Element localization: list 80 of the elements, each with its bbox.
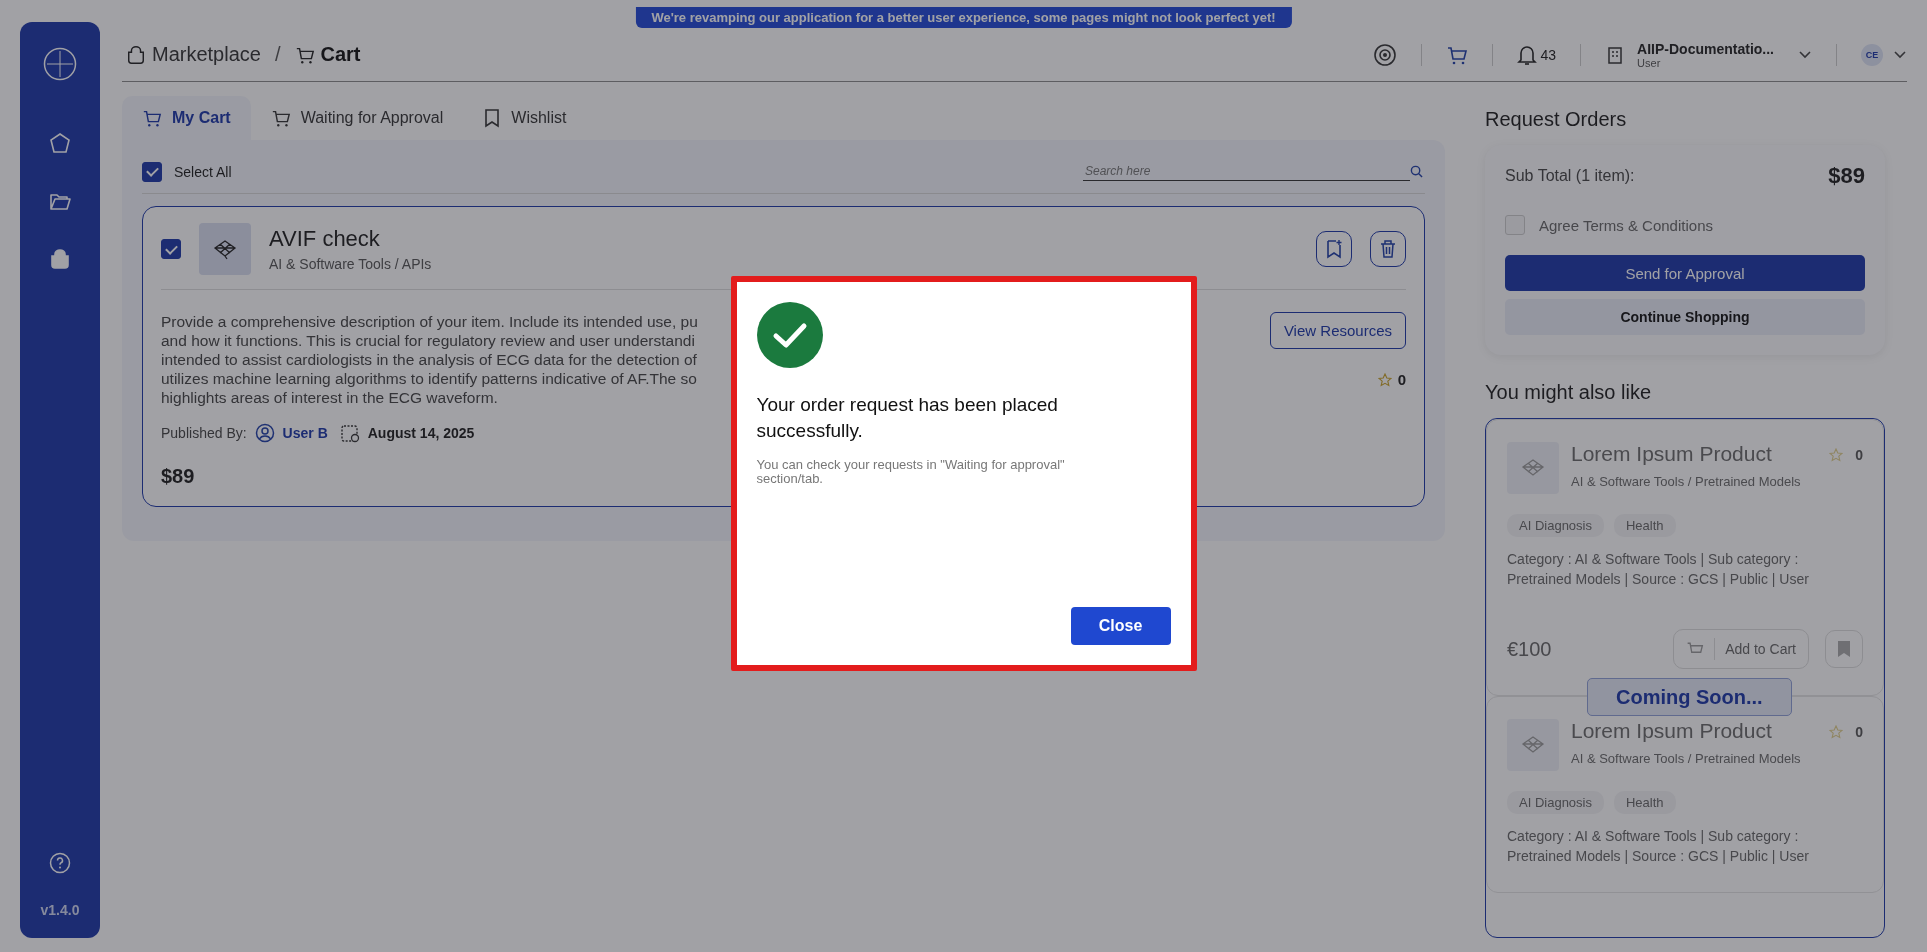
user-icon bbox=[254, 423, 275, 443]
dialog-message: You can check your requests in "Waiting for approval" section/tab. bbox=[756, 457, 1066, 486]
product-details: Category : AI & Software Tools | Sub category : Pretrained Models | Source : GCS | Public | User bbox=[1507, 827, 1810, 866]
send-for-approval-button[interactable]: Send for Approval bbox=[1505, 255, 1865, 291]
subtotal-amount: $89 bbox=[1828, 163, 1865, 189]
product-icon bbox=[1507, 442, 1559, 494]
bell-icon[interactable] bbox=[1516, 43, 1537, 66]
description-line: Provide a comprehensive description of your item. Include its intended use, pu bbox=[161, 312, 698, 331]
bag-icon[interactable] bbox=[49, 248, 71, 270]
cart-icon bbox=[142, 108, 162, 128]
delete-button[interactable] bbox=[1370, 231, 1406, 267]
tag: Health bbox=[1614, 791, 1676, 814]
product-title: Lorem Ipsum Product bbox=[1571, 719, 1773, 743]
add-to-cart-button[interactable]: Add to Cart bbox=[1673, 629, 1809, 669]
subtotal-label: Sub Total (1 item): bbox=[1505, 167, 1635, 185]
bookmark-icon bbox=[1837, 640, 1851, 658]
star-icon bbox=[1829, 448, 1844, 462]
help-icon[interactable] bbox=[49, 852, 71, 874]
tab[interactable]: Waiting for Approval bbox=[250, 96, 464, 140]
product-category: AI & Software Tools / Pretrained Models bbox=[1571, 474, 1802, 489]
continue-shopping-button[interactable]: Continue Shopping bbox=[1505, 299, 1865, 335]
published-by-label: Published By: bbox=[161, 425, 247, 441]
terms-label: Agree Terms & Conditions bbox=[1539, 216, 1713, 234]
rating-count: 0 bbox=[1397, 371, 1406, 388]
user-avatar[interactable]: CE bbox=[1861, 43, 1883, 66]
tag: AI Diagnosis bbox=[1507, 514, 1604, 537]
publish-date: August 14, 2025 bbox=[367, 425, 475, 441]
publisher-link[interactable]: User B bbox=[282, 425, 328, 441]
view-resources-button[interactable]: View Resources bbox=[1269, 312, 1406, 349]
terms-checkbox[interactable] bbox=[1505, 215, 1525, 235]
notice-banner: We're revamping our application for a better user experience, some pages might not look perfect yet! bbox=[635, 7, 1292, 28]
description-line: highlights areas of interest in the ECG waveform. bbox=[161, 388, 499, 407]
select-all-label: Select All bbox=[174, 163, 232, 180]
description-line: and how it functions. This is crucial for regulatory review and user understandi bbox=[161, 331, 696, 350]
chevron-down-icon[interactable] bbox=[1798, 49, 1812, 60]
calendar-icon bbox=[339, 423, 360, 443]
search-field[interactable]: Search here bbox=[1083, 162, 1410, 181]
coming-soon-badge: Coming Soon... bbox=[1587, 678, 1792, 716]
section-title: Request Orders bbox=[1485, 108, 1628, 131]
dialog-title: Your order request has been placed successfully. bbox=[756, 392, 1059, 443]
chevron-down-icon[interactable] bbox=[1893, 49, 1907, 60]
section-title: You might also like bbox=[1485, 381, 1653, 404]
cart-icon bbox=[270, 108, 291, 128]
bookmark-plus-icon bbox=[1325, 239, 1343, 259]
home-icon[interactable] bbox=[49, 132, 71, 154]
bag-icon bbox=[126, 44, 146, 65]
breadcrumb-separator: / bbox=[274, 43, 281, 66]
product-details: Category : AI & Software Tools | Sub category : Pretrained Models | Source : GCS | Public | User bbox=[1507, 550, 1810, 589]
search-icon[interactable] bbox=[1410, 165, 1423, 178]
notification-count: 43 bbox=[1540, 46, 1557, 63]
product-icon bbox=[199, 223, 251, 275]
item-price: $89 bbox=[161, 465, 195, 488]
version-label: v1.4.0 bbox=[40, 902, 80, 918]
breadcrumb-link[interactable]: Cart bbox=[294, 43, 361, 66]
tab[interactable]: Wishlist bbox=[463, 96, 587, 140]
product-title: Lorem Ipsum Product bbox=[1571, 442, 1773, 466]
product-price: €100 bbox=[1507, 637, 1553, 661]
rating-count: 0 bbox=[1855, 724, 1863, 740]
close-button[interactable]: Close bbox=[1070, 606, 1171, 645]
star-icon bbox=[1829, 725, 1844, 739]
account-name[interactable]: AIIP-Documentatio... bbox=[1637, 40, 1774, 57]
star-icon bbox=[1377, 372, 1392, 387]
description-line: utilizes machine learning algorithms to identify patterns indicative of AF.The so bbox=[161, 369, 698, 388]
breadcrumb-link[interactable]: Marketplace bbox=[126, 43, 261, 66]
select-all-checkbox[interactable] bbox=[142, 161, 162, 182]
product-icon bbox=[1507, 719, 1559, 771]
rating-count: 0 bbox=[1855, 447, 1863, 463]
product-category: AI & Software Tools / Pretrained Models bbox=[1571, 751, 1802, 766]
check-icon bbox=[756, 301, 823, 368]
bookmark-icon bbox=[483, 108, 502, 128]
tag: Health bbox=[1614, 514, 1676, 537]
item-checkbox[interactable] bbox=[161, 239, 181, 259]
tab[interactable]: My Cart bbox=[122, 96, 251, 140]
tag: AI Diagnosis bbox=[1507, 791, 1604, 814]
account-role: User bbox=[1637, 56, 1662, 69]
product-category: AI & Software Tools / APIs bbox=[269, 256, 433, 272]
product-title[interactable]: AVIF check bbox=[269, 226, 1298, 252]
description-line: intended to assist cardiologists in the analysis of ECG data for the detection of bbox=[161, 350, 698, 369]
wishlist-button[interactable] bbox=[1316, 231, 1352, 267]
trash-icon bbox=[1379, 239, 1397, 259]
